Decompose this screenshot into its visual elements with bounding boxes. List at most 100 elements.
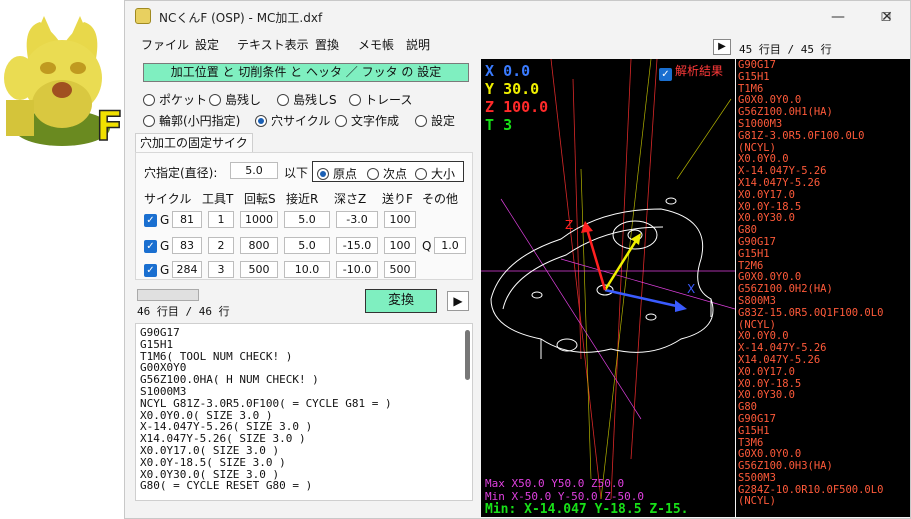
parsed-code-line: (NCYL) [738, 495, 776, 508]
mode-island-s[interactable]: 島残しS [277, 91, 337, 108]
radio-icon [209, 94, 221, 106]
hole-diameter-input[interactable]: 5.0 [230, 162, 278, 179]
radio-icon [143, 94, 155, 106]
cycle-3-g: G [160, 263, 170, 277]
cycle-3-speed[interactable]: 500 [240, 261, 278, 278]
cycle-1-depth[interactable]: -3.0 [336, 211, 378, 228]
menu-notepad[interactable]: メモ帳 [358, 36, 394, 53]
parsed-code-line: X0.0Y17.0 [738, 188, 795, 201]
cycle-2-approach[interactable]: 5.0 [284, 237, 330, 254]
cycle-2-speed[interactable]: 800 [240, 237, 278, 254]
code-line: S1000M3 [140, 384, 187, 398]
menu-replace[interactable]: 置換 [315, 36, 339, 53]
menu-help[interactable]: 説明 [406, 36, 430, 53]
radio-icon [335, 115, 347, 127]
menu-text-view[interactable]: テキスト表示 [237, 36, 309, 53]
app-window: NCくんF (OSP) - MC加工.dxf — ☐ ✕ ファイル 設定 テキス… [124, 0, 911, 519]
parsed-code-text: G90G17 G15H1 T1M6 G0X0.0Y0.0 G56Z100.0H1(HA)… [738, 59, 883, 508]
svg-text:Z: Z [565, 218, 573, 232]
progress-bar [137, 289, 199, 301]
close-button[interactable]: ✕ [864, 5, 910, 29]
mode-row-1: ポケット 島残し 島残しS トレース [143, 91, 473, 109]
parsed-code-line: S500M3 [738, 471, 776, 484]
analysis-result-toggle[interactable]: ✓ 解析結果 [659, 62, 723, 81]
cycle-2-g: G [160, 239, 170, 253]
col-feed: 送りF [382, 192, 413, 206]
cycle-1-checkbox[interactable]: ✓ [144, 214, 157, 227]
mode-row-2: 輪郭(小円指定) 穴サイクル 文字作成 設定 [143, 112, 473, 130]
t-readout: T 3 [485, 116, 513, 134]
col-speed: 回転S [244, 192, 276, 206]
col-approach: 接近R [286, 192, 319, 206]
radio-icon [415, 168, 427, 180]
convert-button[interactable]: 変換 [365, 289, 437, 313]
right-play-button[interactable]: ▶ [713, 39, 731, 55]
3d-toolpath-viewer[interactable]: Z X X 0.0 Y 30.0 Z 100.0 T 3 ✓ 解析結果 Max X… [481, 59, 735, 517]
code-line: X0.0Y-18.5( SIZE 3.0 ) [140, 455, 286, 469]
parsed-code-line: X0.0Y30.0 [738, 212, 795, 225]
mode-hole-cycle[interactable]: 穴サイクル [255, 112, 330, 129]
menu-file[interactable]: ファイル [141, 36, 189, 53]
cycle-1-approach[interactable]: 5.0 [284, 211, 330, 228]
code-line: G90G17 [140, 326, 180, 339]
settings-button[interactable]: 加工位置 と 切削条件 と ヘッタ ／ フッタ の 設定 [143, 63, 469, 82]
cycle-2-q-input[interactable]: 1.0 [434, 237, 466, 254]
radio-icon [277, 94, 289, 106]
cycle-1-g: G [160, 213, 170, 227]
parsed-code-line: X0.0Y30.0 [738, 389, 795, 402]
radio-icon [367, 168, 379, 180]
col-depth: 深さZ [334, 192, 367, 206]
window-title: NCくんF (OSP) - MC加工.dxf [159, 11, 323, 25]
minimize-button[interactable]: — [815, 5, 861, 29]
menu-settings[interactable]: 設定 [195, 36, 219, 53]
cycle-2-number[interactable]: 83 [172, 237, 202, 254]
cycle-3-approach[interactable]: 10.0 [284, 261, 330, 278]
cycle-2-feed[interactable]: 100 [384, 237, 416, 254]
col-cycle: サイクル [144, 192, 192, 206]
parsed-code-panel[interactable]: G90G17 G15H1 T1M6 G0X0.0Y0.0 G56Z100.0H1(HA)… [736, 59, 910, 517]
scrollbar-thumb[interactable] [465, 330, 470, 380]
cycle-1-tool[interactable]: 1 [208, 211, 234, 228]
cycle-1-speed[interactable]: 1000 [240, 211, 278, 228]
parsed-code-line: S800M3 [738, 294, 776, 307]
settings-panel: 加工位置 と 切削条件 と ヘッタ ／ フッタ の 設定 ポケット 島残し 島残… [131, 59, 477, 505]
hole-cycle-group: 穴指定(直径): 5.0 以下 原点 次点 大小 サイクル 工具T 回転S 接近… [135, 152, 473, 280]
mode-trace[interactable]: トレース [349, 91, 412, 108]
mode-text[interactable]: 文字作成 [335, 112, 399, 129]
col-tool: 工具T [202, 192, 234, 206]
hole-suffix-label: 以下 [284, 166, 309, 180]
nc-code-editor[interactable]: G90G17 G15H1 T1M6( TOOL NUM CHECK! ) G00X0Y… [135, 323, 473, 501]
cycle-3-number[interactable]: 284 [172, 261, 202, 278]
radio-icon [349, 94, 361, 106]
mode-outline[interactable]: 輪郭(小円指定) [143, 112, 240, 129]
cycle-3-tool[interactable]: 3 [208, 261, 234, 278]
order-size[interactable]: 大小 [415, 165, 455, 182]
code-line: X0.0Y17.0( SIZE 3.0 ) [140, 443, 280, 457]
order-next[interactable]: 次点 [367, 165, 407, 182]
title-bar[interactable]: NCくんF (OSP) - MC加工.dxf — ☐ [125, 1, 910, 33]
cycle-2-checkbox[interactable]: ✓ [144, 240, 157, 253]
cycle-3-feed[interactable]: 500 [384, 261, 416, 278]
radio-icon [415, 115, 427, 127]
parsed-code-line: G81Z-3.0R5.0F100.0L0 [738, 129, 865, 142]
check-icon: ✓ [659, 68, 672, 81]
cycle-1-number[interactable]: 81 [172, 211, 202, 228]
cycle-3-depth[interactable]: -10.0 [336, 261, 378, 278]
mode-pocket[interactable]: ポケット [143, 91, 207, 108]
tab-hole-cycle[interactable]: 穴加工の固定サイクル [135, 133, 253, 169]
x-readout: X 0.0 [485, 62, 531, 80]
parsed-code-line: G15H1 [738, 70, 770, 83]
hole-diameter-label: 穴指定(直径): [144, 166, 218, 180]
mode-settings[interactable]: 設定 [415, 112, 455, 129]
app-icon [135, 8, 151, 24]
mode-island[interactable]: 島残し [209, 91, 261, 108]
cycle-2-tool[interactable]: 2 [208, 237, 234, 254]
cycle-2-depth[interactable]: -15.0 [336, 237, 378, 254]
parsed-code-line: G15H1 [738, 424, 770, 437]
cycle-3-checkbox[interactable]: ✓ [144, 264, 157, 277]
play-button[interactable]: ▶ [447, 291, 469, 311]
parsed-code-line: X0.0Y17.0 [738, 365, 795, 378]
right-line-status: 45 行目 / 45 行 [739, 43, 832, 56]
order-origin[interactable]: 原点 [317, 165, 357, 182]
cycle-1-feed[interactable]: 100 [384, 211, 416, 228]
